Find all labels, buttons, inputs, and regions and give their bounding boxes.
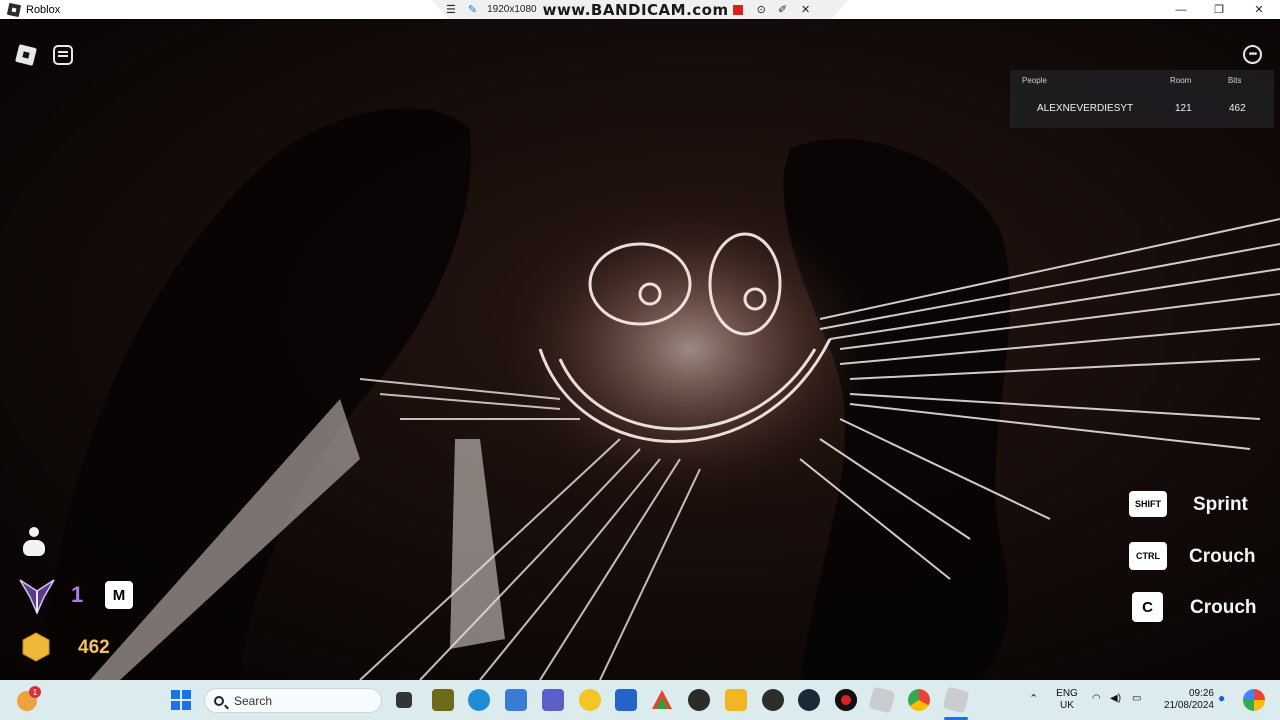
file-explorer-icon[interactable] bbox=[725, 689, 747, 711]
roblox-icon[interactable] bbox=[942, 686, 970, 714]
steam-icon[interactable] bbox=[798, 689, 820, 711]
minimize-button[interactable]: — bbox=[1161, 0, 1201, 19]
leaderboard-header-bits: Bits bbox=[1228, 76, 1242, 85]
player-name: ALEXNEVERDIESYT bbox=[1037, 103, 1134, 114]
rank-number: 1 bbox=[71, 582, 84, 607]
language-line1: ENG bbox=[1056, 688, 1078, 699]
wifi-icon[interactable]: ◠ bbox=[1092, 693, 1101, 705]
ctrl-key: CTRL bbox=[1129, 542, 1167, 570]
bits-counter: 462 bbox=[78, 637, 110, 658]
roblox-app-icon bbox=[6, 2, 22, 17]
bandicam-toolbar: ☰ ✎ 1920x1080 www.BANDICAM.com ⊙ ✐ ✕ bbox=[432, 0, 848, 19]
shift-key: SHIFT bbox=[1129, 491, 1167, 517]
bandicam-rec-icon[interactable] bbox=[835, 689, 857, 711]
store-icon[interactable] bbox=[615, 689, 637, 711]
c-key: C bbox=[1132, 592, 1163, 622]
player-icon[interactable] bbox=[22, 527, 46, 557]
rank-emblem-icon bbox=[19, 579, 55, 615]
edge-icon[interactable] bbox=[468, 689, 490, 711]
entity-glow bbox=[490, 189, 890, 509]
pencil-icon[interactable]: ✐ bbox=[778, 3, 787, 16]
volume-icon[interactable]: ◀) bbox=[1110, 693, 1121, 705]
language-indicator[interactable]: ENG UK bbox=[1056, 688, 1078, 712]
window-title: Roblox bbox=[26, 3, 61, 16]
date-text: 21/08/2024 bbox=[1163, 700, 1214, 711]
game-viewport[interactable]: ••• People Room Bits ALEXNEVERDIESYT 121… bbox=[0, 19, 1280, 680]
pin-icon[interactable]: ✎ bbox=[468, 3, 477, 16]
search-placeholder: Search bbox=[234, 693, 273, 708]
windows-taskbar: 1 ⌃ ENG UK ◠ ◀) ▭ 09:26 21/08/2024 ● bbox=[0, 680, 1280, 720]
chat-icon[interactable] bbox=[53, 45, 73, 65]
tray-overflow-icon[interactable]: ⌃ bbox=[1029, 693, 1038, 705]
chrome-icon[interactable] bbox=[908, 689, 930, 711]
crouch-label-ctrl: Crouch bbox=[1189, 546, 1256, 567]
file-tab-icon[interactable] bbox=[432, 689, 454, 711]
close-button[interactable]: ✕ bbox=[1239, 0, 1279, 19]
language-line2: UK bbox=[1060, 700, 1074, 711]
colorful-triangle-icon[interactable] bbox=[651, 689, 673, 711]
obs-icon[interactable] bbox=[762, 689, 784, 711]
task-view-icon[interactable] bbox=[396, 692, 412, 708]
hamburger-icon[interactable]: ☰ bbox=[446, 3, 456, 16]
taskbar-search[interactable]: Search bbox=[204, 688, 382, 713]
game-controller-icon[interactable] bbox=[688, 689, 710, 711]
record-icon[interactable] bbox=[732, 4, 743, 15]
copilot-icon[interactable] bbox=[1243, 689, 1265, 711]
crouch-label-c: Crouch bbox=[1190, 597, 1257, 618]
bandicam-watermark: www.BANDICAM.com bbox=[542, 0, 729, 19]
notification-badge: 1 bbox=[29, 686, 41, 698]
teams-icon[interactable] bbox=[542, 689, 564, 711]
player-room: 121 bbox=[1175, 103, 1192, 114]
more-options-icon[interactable]: ••• bbox=[1243, 45, 1262, 64]
bits-coin-icon bbox=[22, 632, 50, 662]
close-icon[interactable]: ✕ bbox=[801, 3, 810, 16]
windows-start-icon[interactable] bbox=[171, 690, 191, 710]
maximize-button[interactable]: ❐ bbox=[1199, 0, 1239, 19]
search-icon bbox=[214, 695, 224, 706]
leaderboard: People Room Bits ALEXNEVERDIESYT 121 462 bbox=[1010, 70, 1274, 128]
leaderboard-header-room: Room bbox=[1170, 76, 1192, 85]
time-text: 09:26 bbox=[1188, 688, 1214, 699]
notification-bell-icon[interactable]: ● bbox=[1218, 692, 1225, 704]
map-key-button[interactable]: M bbox=[105, 581, 133, 609]
leaderboard-header-people: People bbox=[1022, 76, 1047, 85]
resolution-label: 1920x1080 bbox=[487, 4, 537, 15]
camera-icon[interactable]: ⊙ bbox=[757, 3, 766, 16]
battery-icon[interactable]: ▭ bbox=[1132, 693, 1141, 705]
clock[interactable]: 09:26 21/08/2024 bbox=[1158, 688, 1214, 712]
calculator-icon[interactable] bbox=[505, 689, 527, 711]
player-bits: 462 bbox=[1229, 103, 1246, 114]
roblox-studio-icon[interactable] bbox=[868, 686, 896, 714]
emoji-app-icon[interactable] bbox=[579, 689, 601, 711]
leaderboard-row[interactable]: ALEXNEVERDIESYT 121 462 bbox=[1010, 90, 1274, 125]
sprint-label: Sprint bbox=[1193, 494, 1248, 515]
